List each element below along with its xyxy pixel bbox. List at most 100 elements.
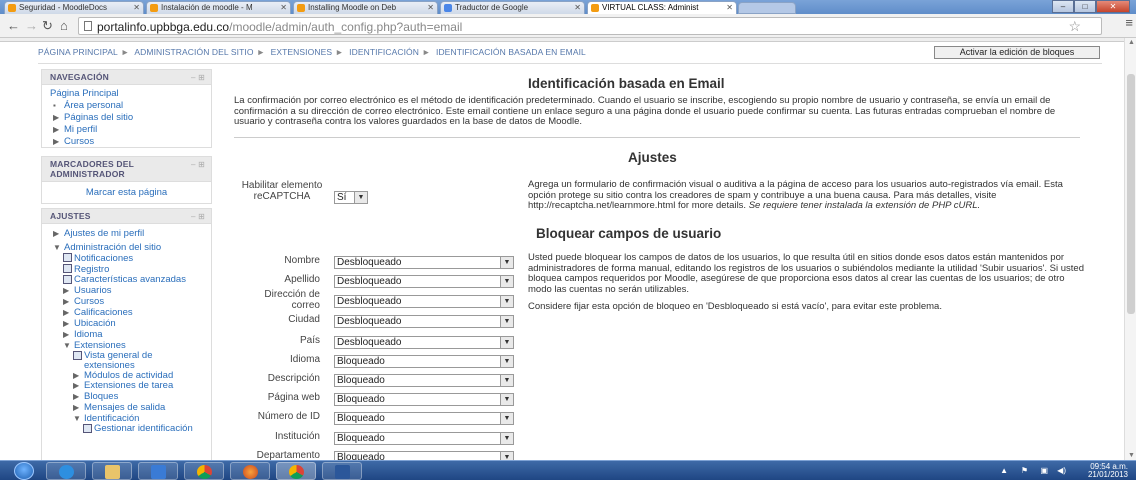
- browser-tab[interactable]: Seguridad - MoodleDocs ✕: [4, 1, 144, 14]
- close-tab-icon[interactable]: ✕: [726, 2, 733, 13]
- bookmark-page-link[interactable]: Marcar esta página: [42, 182, 211, 202]
- address-bar[interactable]: portalinfo.upbbga.edu.co/moodle/admin/au…: [78, 17, 1102, 35]
- navigation-block-header: NAVEGACIÓN – ⊞: [42, 70, 211, 85]
- minimize-icon[interactable]: –: [1052, 0, 1074, 13]
- taskbar-word-button[interactable]: [322, 462, 362, 480]
- scroll-thumb[interactable]: [1127, 74, 1135, 314]
- scroll-down-icon[interactable]: ▼: [1128, 452, 1135, 459]
- settings-item-location[interactable]: ▶ Ubicación: [50, 318, 203, 329]
- field-lock-select[interactable]: Desbloqueado ▼: [334, 275, 514, 288]
- forward-arrow-icon[interactable]: →: [25, 19, 38, 33]
- settings-item-blocks[interactable]: ▶ Bloques: [50, 391, 203, 402]
- close-tab-icon[interactable]: ✕: [574, 2, 581, 13]
- field-lock-select[interactable]: Bloqueado ▼: [334, 432, 514, 445]
- vertical-scrollbar[interactable]: ▲ ▼: [1124, 38, 1136, 460]
- admin-bookmarks-block: MARCADORES DEL ADMINISTRADOR – ⊞ Marcar …: [41, 156, 212, 204]
- collapse-block-icon[interactable]: – ⊞: [191, 73, 205, 82]
- url-text[interactable]: portalinfo.upbbga.edu.co/moodle/admin/au…: [97, 20, 462, 34]
- nav-item-courses[interactable]: ▶ Cursos: [50, 136, 203, 148]
- field-lock-select[interactable]: Bloqueado ▼: [334, 355, 514, 368]
- page-title: Identificación basada en Email: [528, 76, 725, 91]
- collapse-arrow-icon: ▼: [63, 341, 71, 350]
- settings-item-manage-auth[interactable]: Gestionar identificación: [50, 424, 203, 434]
- browser-tab[interactable]: Traductor de Google ✕: [440, 1, 585, 14]
- browser-tab[interactable]: Installing Moodle on Deb ✕: [293, 1, 438, 14]
- field-label: Página web: [267, 392, 320, 403]
- taskbar-chrome-active-button[interactable]: [276, 462, 316, 480]
- browser-tab[interactable]: Instalación de moodle - M ✕: [146, 1, 291, 14]
- settings-item-assignment-plugins[interactable]: ▶ Extensiones de tarea: [50, 381, 203, 391]
- close-tab-icon[interactable]: ✕: [280, 2, 287, 13]
- expand-arrow-icon: ▶: [63, 308, 70, 317]
- settings-item-profile[interactable]: ▶ Ajustes de mi perfil: [50, 228, 203, 239]
- close-tab-icon[interactable]: ✕: [427, 2, 434, 13]
- volume-icon[interactable]: ◀): [1057, 466, 1066, 475]
- new-tab-button[interactable]: [738, 2, 796, 14]
- window-controls: – □ ✕: [1052, 0, 1130, 13]
- expand-arrow-icon: ▶: [53, 125, 60, 134]
- taskbar-chrome-button[interactable]: [184, 462, 224, 480]
- field-lock-select[interactable]: Bloqueado ▼: [334, 451, 514, 460]
- start-button[interactable]: [6, 461, 40, 480]
- settings-item-advanced-features[interactable]: Características avanzadas: [50, 275, 203, 285]
- lock-fields-description: Usted puede bloquear los campos de datos…: [528, 252, 1084, 295]
- field-lock-select[interactable]: Desbloqueado ▼: [334, 256, 514, 269]
- menu-icon[interactable]: ≡: [1125, 15, 1133, 30]
- browser-tab-active[interactable]: VIRTUAL CLASS: Administ ✕: [587, 1, 737, 14]
- home-icon[interactable]: ⌂: [60, 19, 68, 33]
- taskbar-explorer-button[interactable]: [92, 462, 132, 480]
- field-lock-select[interactable]: Desbloqueado ▼: [334, 315, 514, 328]
- settings-item-site-admin[interactable]: ▼ Administración del sitio: [50, 242, 203, 253]
- back-arrow-icon[interactable]: ←: [7, 19, 20, 33]
- browser-toolbar: ← → ↻ ⌂ portalinfo.upbbga.edu.co/moodle/…: [0, 14, 1136, 38]
- close-window-icon[interactable]: ✕: [1096, 0, 1130, 13]
- field-lock-select[interactable]: Bloqueado ▼: [334, 393, 514, 406]
- expand-arrow-icon: ▶: [53, 113, 60, 122]
- flag-icon[interactable]: ⚑: [1021, 466, 1028, 475]
- maximize-icon[interactable]: □: [1074, 0, 1096, 13]
- breadcrumb-item[interactable]: EXTENSIONES: [271, 47, 333, 57]
- chevron-down-icon: ▼: [500, 257, 513, 268]
- nav-item-my-profile[interactable]: ▶ Mi perfil: [50, 124, 203, 136]
- settings-item-courses[interactable]: ▶ Cursos: [50, 296, 203, 307]
- recaptcha-select[interactable]: Sí ▼: [334, 191, 368, 204]
- field-lock-select[interactable]: Desbloqueado ▼: [334, 295, 514, 308]
- breadcrumb-item[interactable]: PÁGINA PRINCIPAL: [38, 47, 118, 57]
- field-label: Dirección de correo: [264, 289, 320, 311]
- nav-item-dashboard[interactable]: ▪ Área personal: [50, 100, 203, 112]
- settings-item-notifications[interactable]: Notificaciones: [50, 253, 203, 264]
- taskbar-ie-button[interactable]: [46, 462, 86, 480]
- breadcrumb-item[interactable]: ADMINISTRACIÓN DEL SITIO: [134, 47, 253, 57]
- taskbar-firefox-button[interactable]: [230, 462, 270, 480]
- breadcrumb-item[interactable]: IDENTIFICACIÓN: [349, 47, 419, 57]
- field-label: Descripción: [267, 373, 320, 384]
- reload-icon[interactable]: ↻: [42, 19, 53, 33]
- intro-text: La confirmación por correo electrónico e…: [234, 95, 1056, 127]
- clock[interactable]: 09:54 a.m. 21/01/2013: [1088, 463, 1128, 479]
- nav-item-site-pages[interactable]: ▶ Páginas del sitio: [50, 112, 203, 124]
- show-hidden-icons-icon[interactable]: ▲: [1000, 466, 1008, 475]
- chrome-icon: [197, 465, 212, 479]
- settings-item-language[interactable]: ▶ Idioma: [50, 329, 203, 340]
- chevron-down-icon: ▼: [500, 433, 513, 444]
- chevron-down-icon: ▼: [500, 375, 513, 386]
- settings-item-users[interactable]: ▶ Usuarios: [50, 285, 203, 296]
- collapse-block-icon[interactable]: – ⊞: [191, 212, 205, 221]
- scroll-up-icon[interactable]: ▲: [1128, 39, 1135, 46]
- chevron-down-icon: ▼: [500, 394, 513, 405]
- taskbar-media-button[interactable]: [138, 462, 178, 480]
- field-lock-select[interactable]: Bloqueado ▼: [334, 412, 514, 425]
- bookmark-star-icon[interactable]: ☆: [1068, 18, 1081, 35]
- windows-taskbar: ▲ ⚑ ▣ ◀) 09:54 a.m. 21/01/2013: [0, 460, 1136, 480]
- breadcrumb-item[interactable]: IDENTIFICACIÓN BASADA EN EMAIL: [436, 47, 586, 57]
- nav-item-home[interactable]: Página Principal: [50, 88, 203, 100]
- edit-blocks-button[interactable]: Activar la edición de bloques: [934, 46, 1100, 59]
- settings-item-plugins-overview[interactable]: Vista general de extensiones: [50, 351, 203, 371]
- network-icon[interactable]: ▣: [1040, 466, 1048, 475]
- field-lock-select[interactable]: Desbloqueado ▼: [334, 336, 514, 349]
- settings-item-grades[interactable]: ▶ Calificaciones: [50, 307, 203, 318]
- collapse-block-icon[interactable]: – ⊞: [191, 160, 205, 169]
- field-lock-select[interactable]: Bloqueado ▼: [334, 374, 514, 387]
- close-tab-icon[interactable]: ✕: [133, 2, 140, 13]
- settings-item-message-outputs[interactable]: ▶ Mensajes de salida: [50, 402, 203, 413]
